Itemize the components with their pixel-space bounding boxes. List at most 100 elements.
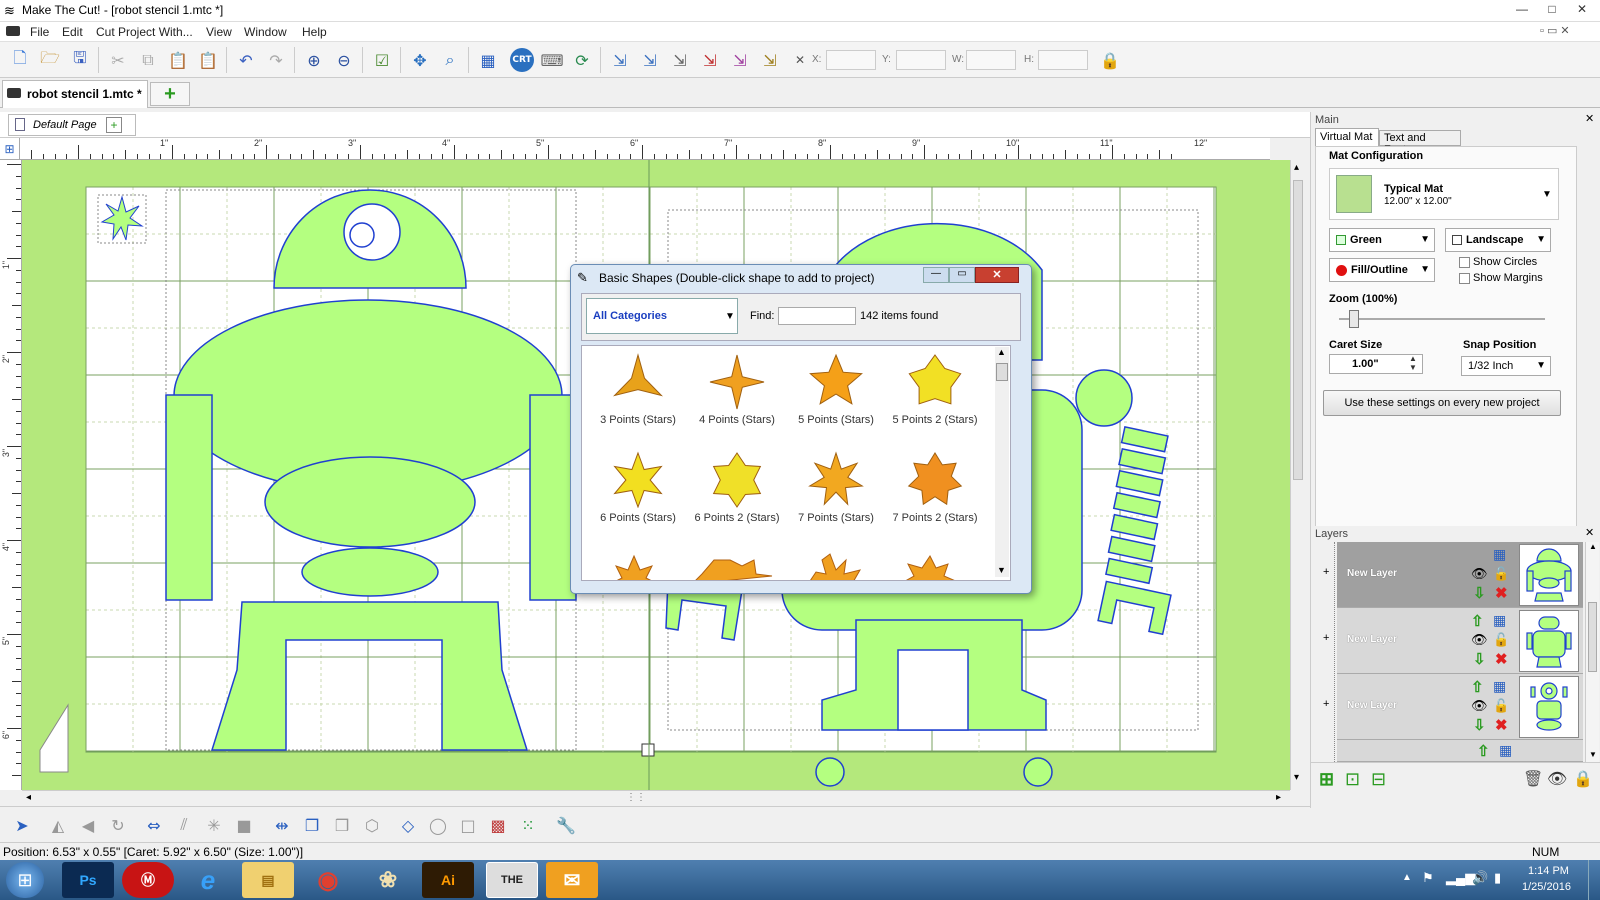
lock-open-icon[interactable]: 🔓 — [1493, 698, 1509, 714]
checklist-icon[interactable]: ☑ — [370, 48, 394, 72]
copy-icon[interactable]: ⧉ — [136, 48, 160, 72]
arrange-icon[interactable]: ❐ — [300, 813, 324, 837]
add-layer-icon[interactable]: ⊞ — [1319, 769, 1334, 790]
import-ai-icon[interactable]: ⇲ — [728, 48, 752, 72]
shape-item[interactable]: 7 Points (Stars) — [786, 450, 886, 550]
zoom-out-icon[interactable]: ⊖ — [332, 48, 356, 72]
taskbar-file-explorer[interactable]: ▤ — [242, 862, 294, 898]
snap-position-select[interactable]: 1/32 Inch ▼ — [1461, 356, 1551, 376]
ruler-corner-icon[interactable]: ⊞ — [0, 138, 20, 160]
gallery-scrollbar[interactable]: ▲ ▼ — [995, 347, 1009, 577]
layer-item-4[interactable]: ⇧ ▦ — [1337, 740, 1583, 762]
tab-robot-stencil[interactable]: robot stencil 1.mtc * — [2, 80, 148, 108]
mat-color-select[interactable]: Green ▼ — [1329, 228, 1435, 252]
lock-all-icon[interactable]: 🔒 — [1573, 769, 1593, 789]
move-up-icon[interactable]: ⇧ — [1477, 742, 1490, 760]
move-down-icon[interactable]: ⇩ — [1473, 584, 1486, 602]
orientation-select[interactable]: Landscape ▼ — [1445, 228, 1551, 252]
import-2-icon[interactable]: ⇲ — [638, 48, 662, 72]
x-input[interactable] — [826, 50, 876, 70]
trash-icon[interactable]: 🗑 — [1523, 769, 1543, 789]
taskbar-chrome[interactable]: ◉ — [302, 862, 354, 898]
pattern-icon[interactable]: ▦ — [1493, 678, 1506, 695]
shape-item[interactable]: 3 Points (Stars) — [588, 352, 688, 452]
layer-item-1[interactable]: + New Layer ▦ 👁 🔓 ⇩ ✖ — [1323, 542, 1583, 608]
show-desktop-button[interactable] — [1588, 860, 1600, 900]
find-input[interactable] — [778, 307, 856, 325]
menu-window[interactable]: Window — [244, 25, 287, 39]
lock-open-icon[interactable]: 🔓 — [1493, 632, 1509, 648]
cut-icon[interactable]: ✂ — [106, 48, 130, 72]
shape-item[interactable]: 6 Points 2 (Stars) — [687, 450, 787, 550]
shape-tool-icon[interactable]: ⬡ — [360, 813, 384, 837]
minimize-button[interactable]: — — [1508, 0, 1536, 18]
tab-text-and-fonts[interactable]: Text and Fonts — [1379, 130, 1461, 156]
paste-special-icon[interactable]: 📋 — [196, 48, 220, 72]
show-margins-checkbox[interactable]: Show Margins — [1459, 272, 1543, 284]
add-tab-button[interactable]: + — [150, 82, 190, 106]
scroll-up-icon[interactable]: ▲ — [1589, 542, 1597, 551]
rotate-icon[interactable]: ↻ — [106, 813, 130, 837]
merge-layer-icon[interactable]: ⊟ — [1371, 769, 1386, 790]
taskbar-paint[interactable]: ❀ — [362, 862, 414, 898]
w-input[interactable] — [966, 50, 1016, 70]
h-input[interactable] — [1038, 50, 1088, 70]
panel-close-icon[interactable]: ✕ — [1585, 526, 1594, 539]
paste-icon[interactable]: 📋 — [166, 48, 190, 72]
wrench-icon[interactable]: 🔧 — [554, 813, 578, 837]
move-down-icon[interactable]: ⇩ — [1473, 716, 1486, 734]
move-up-icon[interactable]: ⇧ — [1471, 678, 1484, 696]
import-text-icon[interactable]: ⇲ — [668, 48, 692, 72]
layer-item-2[interactable]: + New Layer ⇧ ▦ 👁 🔓 ⇩ ✖ — [1323, 608, 1583, 674]
eye-icon[interactable]: 👁 — [1471, 566, 1488, 582]
group-icon[interactable]: ❒ — [330, 813, 354, 837]
expand-icon[interactable]: + — [1323, 632, 1329, 644]
undo-icon[interactable]: ↶ — [234, 48, 258, 72]
import-pdf-icon[interactable]: ⇲ — [698, 48, 722, 72]
delete-layer-icon[interactable]: ✖ — [1495, 716, 1508, 734]
taskbar-illustrator[interactable]: Ai — [422, 862, 474, 898]
pattern-icon[interactable]: ▦ — [1493, 612, 1506, 629]
menu-edit[interactable]: Edit — [62, 25, 83, 39]
add-page-icon[interactable]: + — [106, 117, 122, 133]
eye-icon[interactable]: 👁 — [1471, 698, 1488, 714]
menu-help[interactable]: Help — [302, 25, 327, 39]
maximize-button[interactable]: □ — [1538, 0, 1566, 18]
grid-pattern-icon[interactable]: ⁙ — [516, 813, 540, 837]
redo-icon[interactable]: ↷ — [264, 48, 288, 72]
width-icon[interactable]: ⇔ — [142, 813, 166, 837]
select-arrow-icon[interactable]: ➤ — [10, 813, 34, 837]
lock-open-icon[interactable]: 🔓 — [1493, 566, 1509, 582]
scroll-down-icon[interactable]: ▼ — [1589, 750, 1597, 759]
scroll-up-icon[interactable]: ▴ — [1294, 162, 1299, 173]
dialog-minimize-button[interactable]: — — [923, 267, 949, 283]
mat-select[interactable]: Typical Mat 12.00" x 12.00" ▼ — [1329, 168, 1559, 220]
battery-icon[interactable]: ▮ — [1494, 870, 1501, 886]
scroll-thumb-grip[interactable]: ⋮⋮ — [626, 792, 646, 803]
gallery-scroll-thumb[interactable] — [996, 363, 1008, 381]
start-button[interactable]: ⊞ — [6, 862, 44, 898]
duplicate-layer-icon[interactable]: ⊡ — [1345, 769, 1360, 790]
use-settings-button[interactable]: Use these settings on every new project — [1323, 390, 1561, 416]
align-icon[interactable]: ⇹ — [270, 813, 294, 837]
speech-bubble-icon[interactable]: ◯ — [426, 813, 450, 837]
clock-time[interactable]: 1:14 PM — [1528, 865, 1569, 877]
menu-view[interactable]: View — [206, 25, 232, 39]
import-sc-icon[interactable]: ⇲ — [758, 48, 782, 72]
shadow-icon[interactable]: □ — [456, 813, 480, 837]
horizontal-scrollbar[interactable]: ◂ ⋮⋮ ▸ — [22, 790, 1290, 806]
fill-icon[interactable]: ■ — [232, 813, 256, 837]
import-icon[interactable]: ⇲ — [608, 48, 632, 72]
pixel-grid-icon[interactable]: ▦ — [476, 48, 500, 72]
move-down-icon[interactable]: ⇩ — [1473, 650, 1486, 668]
dialog-maximize-button[interactable]: ▭ — [949, 267, 975, 283]
pattern-icon[interactable]: ▦ — [1493, 546, 1506, 563]
layers-scrollbar[interactable]: ▲ ▼ — [1585, 542, 1599, 762]
category-select[interactable]: All Categories ▼ — [586, 298, 738, 334]
pattern-icon[interactable]: ▦ — [1499, 742, 1512, 759]
volume-icon[interactable]: 🔊 — [1472, 870, 1488, 886]
clock-date[interactable]: 1/25/2016 — [1522, 881, 1571, 893]
shapes-gallery[interactable]: 3 Points (Stars) 4 Points (Stars) 5 Points… — [581, 345, 1011, 581]
mdi-window-controls[interactable]: ▫ ▭ ✕ — [1540, 24, 1570, 37]
trace-icon[interactable]: ⟳ — [570, 48, 594, 72]
